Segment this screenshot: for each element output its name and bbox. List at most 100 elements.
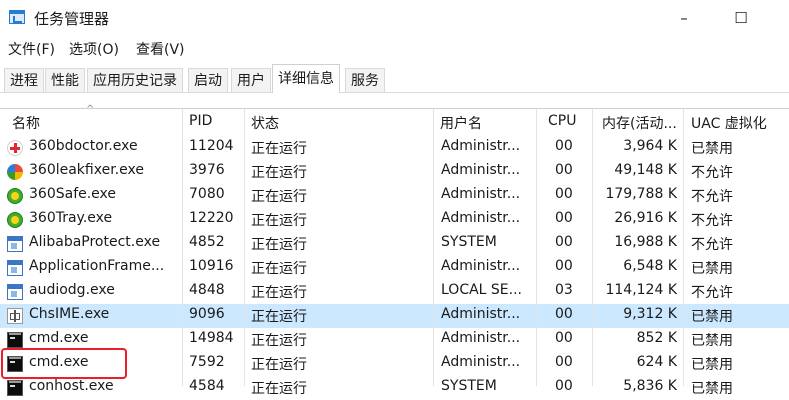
cell-uac: 已禁用	[691, 357, 733, 373]
table-row[interactable]: 360Tray.exe 12220 正在运行 Administr... 00 26,916…	[0, 208, 789, 232]
cell-status: 正在运行	[251, 141, 307, 157]
column-header-status[interactable]: 状态	[251, 113, 279, 133]
column-divider[interactable]	[182, 109, 183, 386]
tab-details[interactable]: 详细信息	[272, 64, 340, 93]
column-divider[interactable]	[683, 109, 684, 386]
cell-user: LOCAL SE...	[441, 282, 523, 298]
table-row[interactable]: audiodg.exe 4848 正在运行 LOCAL SE... 03 114,124 …	[0, 280, 789, 304]
window-app-icon	[7, 236, 23, 252]
table-row[interactable]: ChsIME.exe 9096 正在运行 Administr... 00 9,312 K 已…	[0, 304, 789, 328]
360-safe-icon	[7, 188, 23, 204]
cell-pid: 14984	[189, 330, 234, 346]
column-divider[interactable]	[536, 109, 537, 386]
cell-cpu: 00	[555, 258, 573, 274]
maximize-button[interactable]: ☐	[729, 6, 753, 30]
cell-pid: 10916	[189, 258, 234, 274]
minimize-button[interactable]: –	[672, 6, 696, 30]
cell-user: Administr...	[441, 330, 521, 346]
cell-pid: 9096	[189, 306, 225, 322]
window-title: 任务管理器	[34, 10, 110, 28]
cell-uac: 不允许	[691, 237, 733, 253]
cell-cpu: 00	[555, 306, 573, 322]
column-header-name[interactable]: 名称	[12, 113, 40, 133]
table-header: ^ 名称 PID 状态 用户名 CPU 内存(活动... UAC 虚拟化	[0, 104, 789, 135]
cell-user: Administr...	[441, 354, 521, 370]
tab-services[interactable]: 服务	[345, 68, 385, 92]
cell-name: cmd.exe	[29, 330, 89, 346]
cell-cpu: 00	[555, 138, 573, 154]
cell-status: 正在运行	[251, 285, 307, 301]
cell-user: Administr...	[441, 210, 521, 226]
360-leakfixer-icon	[7, 164, 23, 180]
cmd-icon	[7, 380, 23, 396]
cell-cpu: 00	[555, 354, 573, 370]
table-row[interactable]: 360bdoctor.exe 11204 正在运行 Administr... 00 3,9…	[0, 136, 789, 160]
cell-memory: 6,548 K	[623, 258, 677, 274]
column-header-cpu[interactable]: CPU	[548, 113, 576, 129]
cell-cpu: 00	[555, 234, 573, 250]
menu-view[interactable]: 查看(V)	[136, 39, 185, 59]
cell-name: conhost.exe	[29, 378, 114, 394]
task-manager-icon	[9, 10, 25, 24]
cell-pid: 11204	[189, 138, 234, 154]
cell-cpu: 00	[555, 210, 573, 226]
cell-status: 正在运行	[251, 333, 307, 349]
cell-user: Administr...	[441, 162, 521, 178]
column-divider[interactable]	[592, 109, 593, 386]
cell-cpu: 03	[555, 282, 573, 298]
cell-user: SYSTEM	[441, 234, 497, 250]
cell-memory: 9,312 K	[623, 306, 677, 322]
column-header-user[interactable]: 用户名	[440, 113, 482, 133]
cell-memory: 852 K	[636, 330, 677, 346]
cell-user: SYSTEM	[441, 378, 497, 394]
cell-name: 360Safe.exe	[29, 186, 117, 202]
cell-status: 正在运行	[251, 357, 307, 373]
column-divider[interactable]	[244, 109, 245, 386]
tab-bar: 进程 性能 应用历史记录 启动 用户 详细信息 服务	[0, 63, 789, 93]
column-header-pid[interactable]: PID	[189, 113, 212, 129]
column-header-memory[interactable]: 内存(活动...	[602, 113, 677, 133]
cell-name: ChsIME.exe	[29, 306, 110, 322]
red-highlight-annotation	[1, 348, 127, 379]
cell-status: 正在运行	[251, 165, 307, 181]
table-row[interactable]: 360leakfixer.exe 3976 正在运行 Administr... 00 49…	[0, 160, 789, 184]
cell-memory: 3,964 K	[623, 138, 677, 154]
cell-pid: 4852	[189, 234, 225, 250]
cell-pid: 3976	[189, 162, 225, 178]
cell-name: AlibabaProtect.exe	[29, 234, 161, 250]
cell-name: 360Tray.exe	[29, 210, 113, 226]
table-row[interactable]: conhost.exe 4584 正在运行 SYSTEM 00 5,836 K 已禁用	[0, 376, 789, 400]
cell-user: Administr...	[441, 186, 521, 202]
cell-memory: 114,124 K	[605, 282, 677, 298]
cell-pid: 4584	[189, 378, 225, 394]
cell-name: audiodg.exe	[29, 282, 115, 298]
tab-users[interactable]: 用户	[231, 68, 271, 92]
table-row[interactable]: 360Safe.exe 7080 正在运行 Administr... 00 179,788…	[0, 184, 789, 208]
process-details-table: ^ 名称 PID 状态 用户名 CPU 内存(活动... UAC 虚拟化 360…	[0, 104, 789, 397]
column-header-uac[interactable]: UAC 虚拟化	[691, 113, 767, 133]
cell-uac: 已禁用	[691, 333, 733, 349]
cell-status: 正在运行	[251, 213, 307, 229]
cell-memory: 26,916 K	[614, 210, 677, 226]
tab-processes[interactable]: 进程	[4, 68, 44, 92]
table-row[interactable]: AlibabaProtect.exe 4852 正在运行 SYSTEM 00 16,988…	[0, 232, 789, 256]
cell-uac: 不允许	[691, 213, 733, 229]
cell-status: 正在运行	[251, 237, 307, 253]
cell-status: 正在运行	[251, 189, 307, 205]
cell-memory: 16,988 K	[614, 234, 677, 250]
column-divider[interactable]	[433, 109, 434, 386]
menu-file[interactable]: 文件(F)	[8, 39, 55, 59]
cell-pid: 12220	[189, 210, 234, 226]
tab-app-history[interactable]: 应用历史记录	[87, 68, 183, 92]
tab-performance[interactable]: 性能	[45, 68, 85, 92]
ime-icon	[7, 308, 23, 324]
cell-name: 360leakfixer.exe	[29, 162, 144, 178]
360-doctor-icon	[7, 140, 23, 156]
cell-status: 正在运行	[251, 309, 307, 325]
cell-pid: 7592	[189, 354, 225, 370]
menu-options[interactable]: 选项(O)	[69, 39, 119, 59]
tab-startup[interactable]: 启动	[188, 68, 228, 92]
cell-memory: 5,836 K	[623, 378, 677, 394]
360-tray-icon	[7, 212, 23, 228]
table-row[interactable]: ApplicationFrame... 10916 正在运行 Administr...…	[0, 256, 789, 280]
